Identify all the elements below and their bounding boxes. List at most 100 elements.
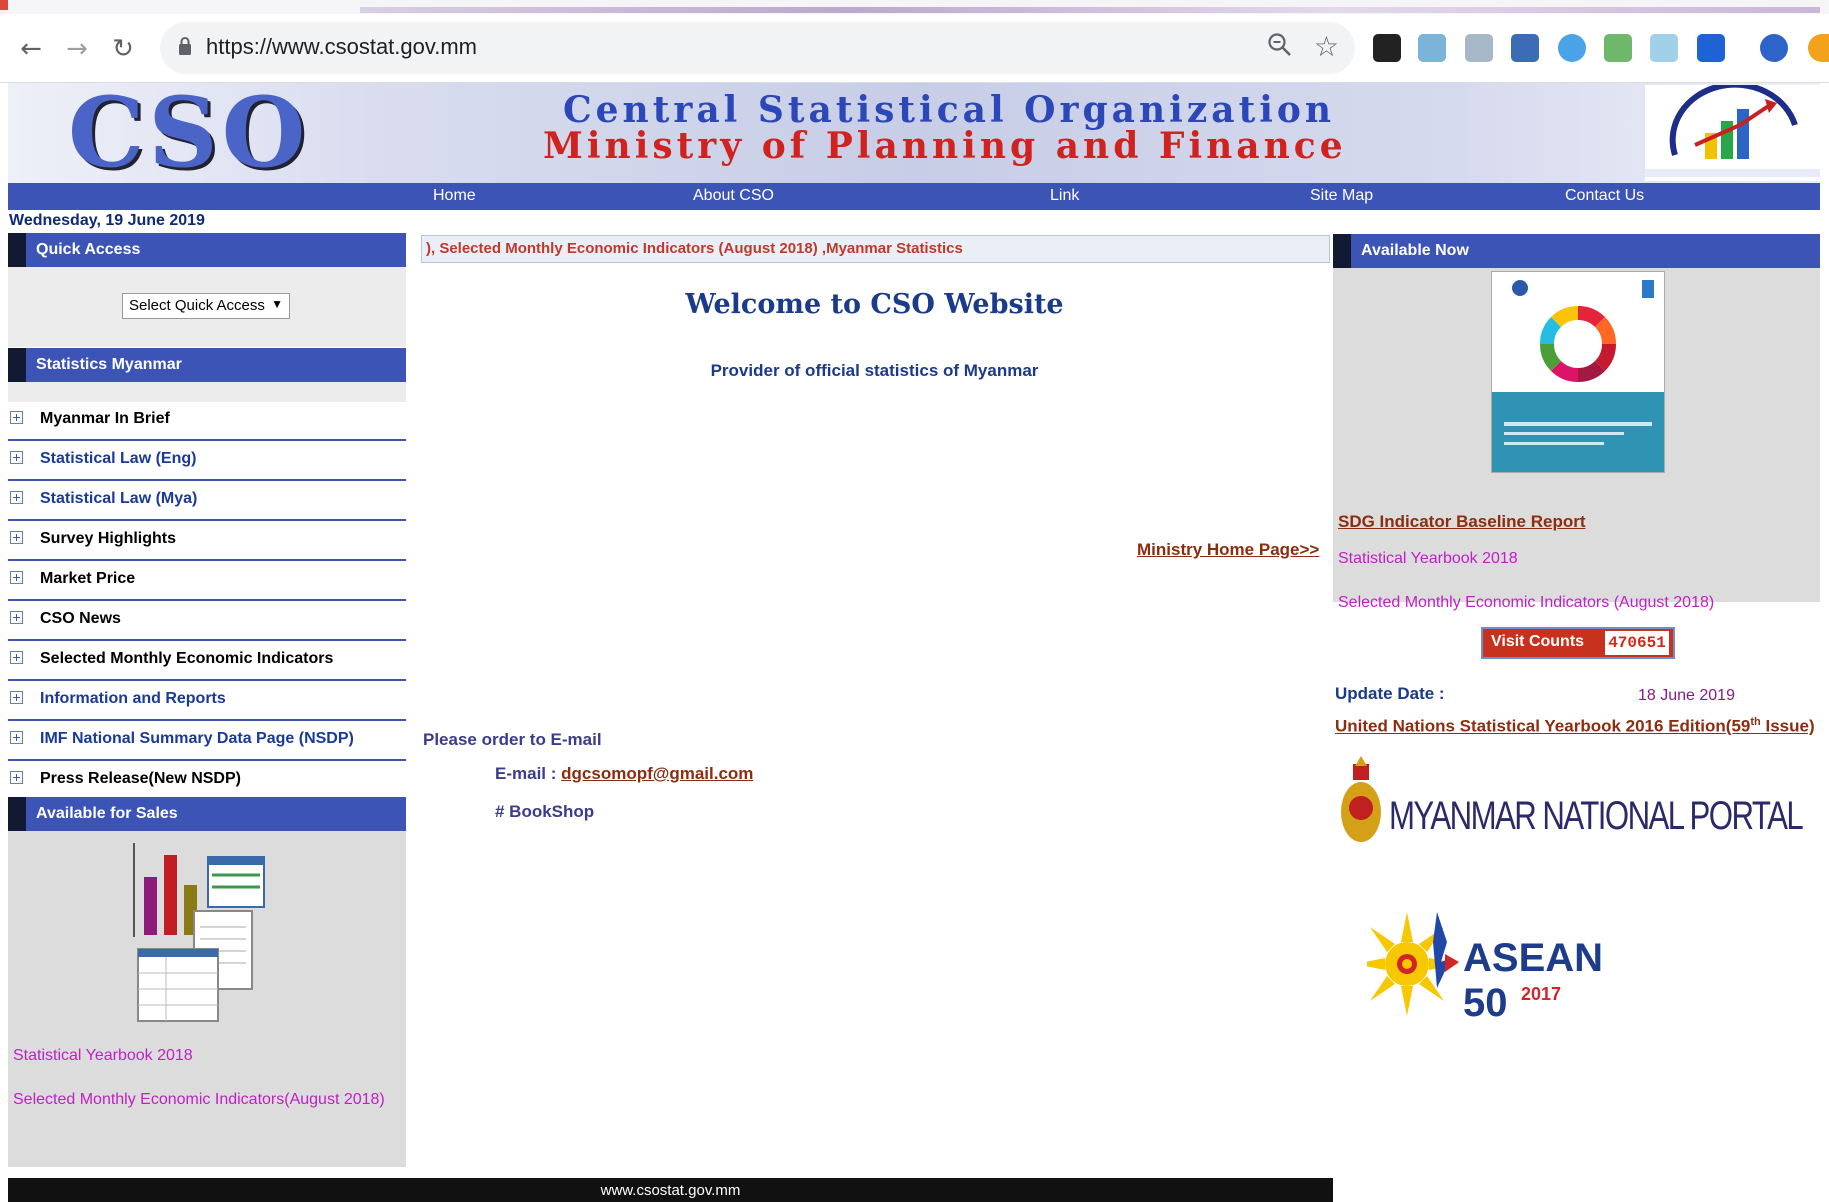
- stats-menu-item-label[interactable]: IMF National Summary Data Page (NSDP): [40, 730, 354, 748]
- stats-menu-item[interactable]: Myanmar In Brief: [8, 401, 406, 441]
- quick-access-header: Quick Access: [8, 233, 406, 267]
- un-yearbook-link-issue[interactable]: Issue): [1761, 717, 1814, 736]
- site-banner: CSO Central Statistical Organization Min…: [8, 83, 1820, 183]
- available-now-header: Available Now: [1333, 234, 1820, 268]
- profile-icon[interactable]: [1808, 34, 1829, 62]
- update-date-label: Update Date :: [1335, 684, 1445, 703]
- stats-menu-item-label[interactable]: Selected Monthly Economic Indicators: [40, 650, 333, 668]
- stats-menu-item[interactable]: Press Release(New NSDP): [8, 761, 406, 801]
- tab-favicon: [0, 0, 8, 10]
- expand-plus-icon[interactable]: [10, 651, 23, 664]
- expand-plus-icon[interactable]: [10, 451, 23, 464]
- sdg-report-link[interactable]: SDG Indicator Baseline Report: [1338, 512, 1586, 532]
- sales-yearbook-link[interactable]: Statistical Yearbook 2018: [13, 1047, 193, 1065]
- extension-music-icon[interactable]: [1760, 34, 1788, 62]
- stats-menu-item-label[interactable]: Statistical Law (Mya): [40, 490, 197, 508]
- quick-access-select[interactable]: Select Quick Access ▼: [122, 293, 290, 319]
- email-line: E-mail : dgcsomopf@gmail.com: [495, 764, 753, 784]
- visit-counter-label: Visit Counts: [1491, 633, 1585, 650]
- back-icon[interactable]: ←: [16, 34, 46, 64]
- url-text[interactable]: https://www.csostat.gov.mm: [206, 34, 477, 60]
- myanmar-national-portal-logo[interactable]: MYANMAR NATIONAL PORTAL: [1389, 794, 1804, 839]
- yearbook-2018-link[interactable]: Statistical Yearbook 2018: [1338, 550, 1518, 568]
- address-bar[interactable]: https://www.csostat.gov.mm ☆: [160, 22, 1355, 74]
- stats-menu-item[interactable]: Statistical Law (Eng): [8, 441, 406, 481]
- quick-access-select-label: Select Quick Access: [129, 297, 265, 314]
- un-yearbook-link-sup[interactable]: th: [1750, 716, 1760, 728]
- extension-icon[interactable]: [1418, 34, 1446, 62]
- bookshop-text: # BookShop: [495, 802, 595, 821]
- bookmark-star-icon[interactable]: ☆: [1314, 30, 1339, 63]
- asean-sun-icon: [1367, 912, 1459, 1016]
- sdg-report-cover-image[interactable]: [1491, 271, 1665, 473]
- chevron-down-icon: ▼: [271, 297, 283, 311]
- extension-info-icon[interactable]: [1558, 34, 1586, 62]
- extension-icon[interactable]: [1511, 34, 1539, 62]
- myanmar-emblem-icon: [1341, 756, 1381, 842]
- stats-menu-item[interactable]: Survey Highlights: [8, 521, 406, 561]
- expand-plus-icon[interactable]: [10, 411, 23, 424]
- ministry-home-link[interactable]: Ministry Home Page>>: [1137, 540, 1319, 560]
- stats-menu-item-label[interactable]: Press Release(New NSDP): [40, 770, 241, 788]
- update-date-value: 18 June 2019: [1638, 687, 1735, 704]
- sales-monthly-indicators-link[interactable]: Selected Monthly Economic Indicators(Aug…: [13, 1091, 385, 1109]
- extension-search-icon[interactable]: [1697, 34, 1725, 62]
- partner-logos-panel: MYANMAR NATIONAL PORTAL ASEAN 50 2017: [1333, 744, 1804, 1066]
- available-now-title: Available Now: [1361, 242, 1469, 259]
- stats-menu-item[interactable]: Market Price: [8, 561, 406, 601]
- extension-icon[interactable]: [1465, 34, 1493, 62]
- extension-icon[interactable]: [1650, 34, 1678, 62]
- reload-icon[interactable]: ↻: [108, 34, 138, 64]
- nav-site-map[interactable]: Site Map: [1310, 187, 1373, 205]
- monthly-indicators-link[interactable]: Selected Monthly Economic Indicators (Au…: [1338, 594, 1714, 612]
- provider-tagline: Provider of official statistics of Myanm…: [710, 361, 1039, 380]
- expand-plus-icon[interactable]: [10, 771, 23, 784]
- current-date: Wednesday, 19 June 2019: [9, 212, 205, 229]
- stats-menu-item-label[interactable]: CSO News: [40, 610, 121, 628]
- stats-menu-item[interactable]: Information and Reports: [8, 681, 406, 721]
- nav-about-cso[interactable]: About CSO: [693, 187, 774, 205]
- stats-menu-item-label[interactable]: Survey Highlights: [40, 530, 176, 548]
- stats-menu-item[interactable]: IMF National Summary Data Page (NSDP): [8, 721, 406, 761]
- zoom-icon[interactable]: [1267, 32, 1293, 58]
- visit-counter: Visit Counts 470651: [1481, 627, 1675, 659]
- news-ticker[interactable]: ), Selected Monthly Economic Indicators …: [421, 235, 1330, 263]
- expand-plus-icon[interactable]: [10, 491, 23, 504]
- stats-menu-item-label[interactable]: Market Price: [40, 570, 135, 588]
- expand-plus-icon[interactable]: [10, 611, 23, 624]
- right-sidebar: Available Now SDG Indicator Baseline Rep…: [1333, 234, 1820, 1202]
- cso-logo[interactable]: CSO: [68, 85, 309, 181]
- news-ticker-text[interactable]: ), Selected Monthly Economic Indicators …: [426, 240, 963, 257]
- stats-menu-item-label[interactable]: Information and Reports: [40, 690, 226, 708]
- stats-menu-item[interactable]: CSO News: [8, 601, 406, 641]
- un-yearbook-link[interactable]: United Nations Statistical Yearbook 2016…: [1335, 716, 1815, 737]
- available-for-sales-title: Available for Sales: [36, 805, 178, 822]
- asean-50-logo[interactable]: ASEAN 50: [1463, 936, 1658, 1026]
- expand-plus-icon[interactable]: [10, 571, 23, 584]
- stats-menu-item[interactable]: Statistical Law (Mya): [8, 481, 406, 521]
- email-link[interactable]: dgcsomopf@gmail.com: [561, 764, 753, 783]
- stats-menu-item-label[interactable]: Myanmar In Brief: [40, 410, 170, 428]
- browser-toolbar: ← → ↻ https://www.csostat.gov.mm ☆: [0, 14, 1829, 83]
- extension-keyboard-icon[interactable]: [1373, 34, 1401, 62]
- extension-icon[interactable]: [1604, 34, 1632, 62]
- expand-plus-icon[interactable]: [10, 531, 23, 544]
- statistics-myanmar-header: Statistics Myanmar: [8, 348, 406, 382]
- header-accent: [8, 233, 26, 267]
- statistics-myanmar-title: Statistics Myanmar: [36, 356, 182, 373]
- nav-contact-us[interactable]: Contact Us: [1565, 187, 1644, 205]
- tab-strip-background: [360, 7, 1820, 13]
- un-yearbook-link-text[interactable]: United Nations Statistical Yearbook 2016…: [1335, 717, 1750, 736]
- nav-link[interactable]: Link: [1050, 187, 1079, 205]
- nav-home[interactable]: Home: [433, 187, 476, 205]
- forward-icon[interactable]: →: [62, 34, 92, 64]
- quick-access-panel: Select Quick Access ▼: [8, 267, 406, 347]
- available-for-sales-header: Available for Sales: [8, 797, 406, 831]
- expand-plus-icon[interactable]: [10, 731, 23, 744]
- expand-plus-icon[interactable]: [10, 691, 23, 704]
- asean-year: 2017: [1521, 984, 1562, 1004]
- email-label: E-mail :: [495, 764, 557, 783]
- stats-menu-item[interactable]: Selected Monthly Economic Indicators: [8, 641, 406, 681]
- left-sidebar: Quick Access Select Quick Access ▼ Stati…: [8, 233, 406, 1173]
- stats-menu-item-label[interactable]: Statistical Law (Eng): [40, 450, 196, 468]
